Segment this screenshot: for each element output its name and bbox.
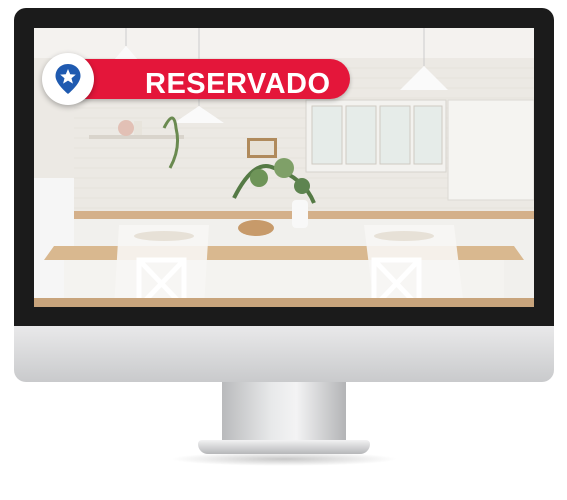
monitor-bezel	[14, 8, 554, 326]
star-pin-icon	[55, 64, 81, 94]
reserved-badge-pill: RESERVADO	[60, 59, 350, 99]
monitor-stand-base	[198, 440, 370, 454]
monitor-stand-neck	[222, 382, 346, 444]
reserved-badge-label: RESERVADO	[145, 68, 331, 100]
monitor-chin	[14, 326, 554, 382]
stand-shadow	[170, 452, 398, 466]
badge-icon-circle	[42, 53, 94, 105]
